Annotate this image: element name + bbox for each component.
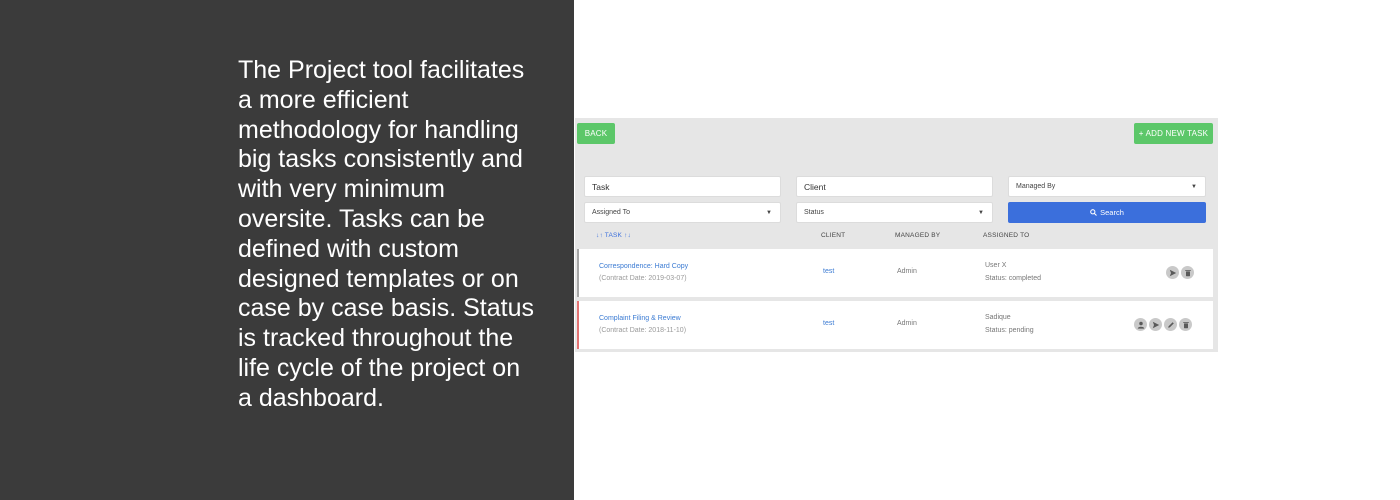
managed-by-select[interactable]: Managed By ▼: [1008, 176, 1206, 197]
user-icon[interactable]: [1134, 318, 1147, 331]
add-new-task-button[interactable]: + ADD NEW TASK: [1134, 123, 1213, 144]
client-filter-input[interactable]: Client: [796, 176, 993, 197]
status-value: Status: pending: [985, 327, 1034, 334]
edit-icon[interactable]: [1164, 318, 1177, 331]
managed-by-column-header: MANAGED BY: [895, 232, 941, 239]
send-icon[interactable]: [1149, 318, 1162, 331]
row-actions: [1166, 266, 1194, 279]
assigned-to-column-header: ASSIGNED TO: [983, 232, 1030, 239]
contract-date: (Contract Date: 2019-03-07): [599, 275, 687, 282]
contract-date: (Contract Date: 2018-11-10): [599, 327, 687, 334]
assigned-to-value: User X: [985, 262, 1007, 269]
status-value: Status: completed: [985, 275, 1042, 282]
caret-down-icon: ▼: [1191, 183, 1197, 190]
assigned-to-value: Sadique: [985, 314, 1011, 321]
description-panel: The Project tool facilitates a more effi…: [0, 0, 574, 500]
description-text: The Project tool facilitates a more effi…: [238, 56, 534, 412]
caret-down-icon: ▼: [978, 209, 984, 216]
client-column-header: CLIENT: [821, 232, 846, 239]
task-link[interactable]: Complaint Filing & Review: [599, 315, 681, 322]
back-button[interactable]: BACK: [577, 123, 615, 144]
table-row: Correspondence: Hard Copy (Contract Date…: [577, 249, 1213, 297]
search-icon: [1090, 209, 1097, 216]
task-column-header[interactable]: ↓↑ TASK ↑↓: [596, 232, 631, 239]
client-link[interactable]: test: [823, 320, 834, 327]
delete-icon[interactable]: [1179, 318, 1192, 331]
delete-icon[interactable]: [1181, 266, 1194, 279]
row-actions: [1134, 318, 1192, 331]
task-link[interactable]: Correspondence: Hard Copy: [599, 263, 688, 270]
assigned-to-select[interactable]: Assigned To ▼: [584, 202, 781, 223]
search-button[interactable]: Search: [1008, 202, 1206, 223]
search-button-label: Search: [1100, 208, 1124, 217]
table-row: Complaint Filing & Review (Contract Date…: [577, 301, 1213, 349]
managed-by-value: Admin: [897, 320, 917, 327]
managed-by-select-label: Managed By: [1016, 183, 1056, 190]
task-filter-input[interactable]: Task: [584, 176, 781, 197]
client-link[interactable]: test: [823, 268, 834, 275]
project-dashboard: BACK + ADD NEW TASK Task Client Managed …: [575, 118, 1218, 352]
send-icon[interactable]: [1166, 266, 1179, 279]
managed-by-value: Admin: [897, 268, 917, 275]
status-select-label: Status: [804, 209, 824, 216]
assigned-to-select-label: Assigned To: [592, 209, 631, 216]
status-select[interactable]: Status ▼: [796, 202, 993, 223]
caret-down-icon: ▼: [766, 209, 772, 216]
